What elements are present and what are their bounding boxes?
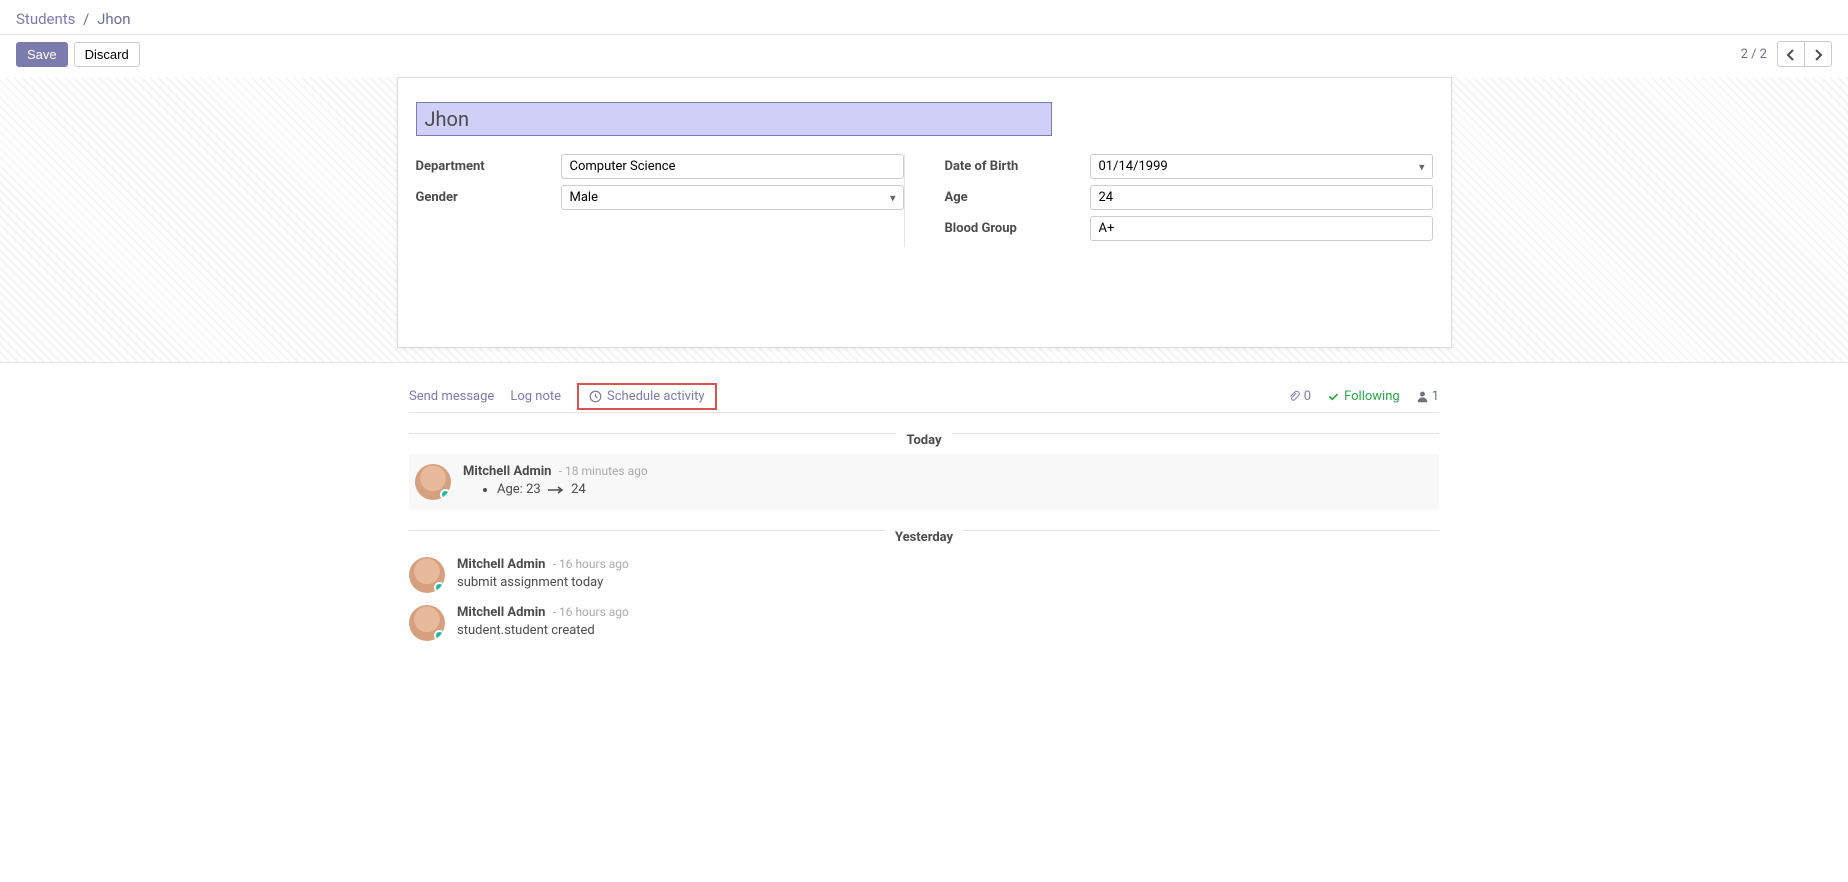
presence-indicator	[434, 582, 445, 593]
message-header: Mitchell Admin - 18 minutes ago	[463, 464, 1433, 479]
message-body: Mitchell Admin - 18 minutes ago Age: 23 …	[463, 464, 1433, 500]
row-gender: Gender	[416, 185, 904, 210]
presence-indicator	[440, 489, 451, 500]
schedule-activity-label: Schedule activity	[607, 389, 705, 404]
message-item: Mitchell Admin - 16 hours ago submit ass…	[409, 551, 1439, 599]
pager-text: 2 / 2	[1741, 47, 1767, 62]
breadcrumb-current: Jhon	[97, 10, 130, 28]
message-author: Mitchell Admin	[457, 605, 545, 620]
avatar	[415, 464, 451, 500]
message-content: Age: 23 24	[463, 482, 1433, 497]
attachments-button[interactable]: 0	[1288, 389, 1311, 404]
arrow-right-icon	[547, 482, 565, 496]
chatter: Send message Log note Schedule activity …	[409, 381, 1439, 647]
send-message-button[interactable]: Send message	[409, 381, 494, 412]
form-sheet: Department Gender Date of Birth Age	[397, 77, 1452, 348]
clock-icon	[589, 390, 602, 403]
change-field: Age:	[497, 482, 523, 497]
form-grid: Department Gender Date of Birth Age	[416, 154, 1433, 247]
date-separator-today: Today	[409, 433, 1439, 434]
message-item: Mitchell Admin - 18 minutes ago Age: 23 …	[409, 454, 1439, 510]
action-row: Save Discard 2 / 2	[0, 35, 1848, 77]
chevron-right-icon	[1813, 49, 1823, 61]
person-icon	[1416, 390, 1429, 403]
chevron-left-icon	[1786, 49, 1796, 61]
change-new: 24	[571, 482, 586, 497]
pager-prev-button[interactable]	[1778, 42, 1805, 66]
following-label: Following	[1344, 389, 1400, 404]
label-blood-group: Blood Group	[945, 221, 1090, 236]
department-input[interactable]	[561, 154, 904, 179]
action-buttons: Save Discard	[16, 42, 140, 67]
message-content: submit assignment today	[457, 575, 1439, 590]
paperclip-icon	[1288, 390, 1301, 403]
message-time: - 18 minutes ago	[559, 464, 648, 478]
avatar	[409, 605, 445, 641]
dob-input[interactable]	[1090, 154, 1433, 179]
followers-button[interactable]: 1	[1416, 389, 1439, 404]
form-col-right: Date of Birth Age Blood Group	[945, 154, 1433, 247]
date-separator-yesterday: Yesterday	[409, 530, 1439, 531]
age-input[interactable]	[1090, 185, 1433, 210]
form-background: Department Gender Date of Birth Age	[0, 77, 1848, 363]
message-item: Mitchell Admin - 16 hours ago student.st…	[409, 599, 1439, 647]
breadcrumb-sep: /	[83, 10, 89, 28]
attachment-count: 0	[1304, 389, 1311, 404]
discard-button[interactable]: Discard	[74, 42, 140, 67]
message-time: - 16 hours ago	[553, 605, 629, 619]
message-body: Mitchell Admin - 16 hours ago submit ass…	[457, 557, 1439, 593]
message-author: Mitchell Admin	[457, 557, 545, 572]
chatter-right: 0 Following 1	[1288, 389, 1439, 404]
message-content: student.student created	[457, 623, 1439, 638]
breadcrumb: Students / Jhon	[16, 10, 131, 28]
row-age: Age	[945, 185, 1433, 210]
save-button[interactable]: Save	[16, 42, 68, 67]
follower-count: 1	[1432, 389, 1439, 404]
log-note-button[interactable]: Log note	[510, 381, 561, 412]
message-body: Mitchell Admin - 16 hours ago student.st…	[457, 605, 1439, 641]
gender-select[interactable]	[561, 185, 904, 210]
pager: 2 / 2	[1741, 41, 1832, 67]
name-input[interactable]	[416, 102, 1052, 136]
presence-indicator	[434, 630, 445, 641]
chatter-left: Send message Log note Schedule activity	[409, 381, 717, 412]
message-author: Mitchell Admin	[463, 464, 551, 479]
schedule-activity-button[interactable]: Schedule activity	[577, 383, 717, 410]
label-gender: Gender	[416, 190, 561, 205]
message-header: Mitchell Admin - 16 hours ago	[457, 605, 1439, 620]
label-department: Department	[416, 159, 561, 174]
blood-group-input[interactable]	[1090, 216, 1433, 241]
avatar	[409, 557, 445, 593]
message-time: - 16 hours ago	[553, 557, 629, 571]
following-button[interactable]: Following	[1327, 389, 1400, 404]
top-bar: Students / Jhon	[0, 0, 1848, 35]
chatter-toolbar: Send message Log note Schedule activity …	[409, 381, 1439, 413]
label-age: Age	[945, 190, 1090, 205]
row-dob: Date of Birth	[945, 154, 1433, 179]
check-icon	[1327, 390, 1340, 403]
label-dob: Date of Birth	[945, 159, 1090, 174]
pager-buttons	[1777, 41, 1832, 67]
change-old: 23	[526, 482, 541, 497]
form-col-left: Department Gender	[416, 154, 905, 247]
row-department: Department	[416, 154, 904, 179]
breadcrumb-root[interactable]: Students	[16, 10, 75, 28]
pager-next-button[interactable]	[1805, 42, 1831, 66]
row-blood-group: Blood Group	[945, 216, 1433, 241]
message-header: Mitchell Admin - 16 hours ago	[457, 557, 1439, 572]
